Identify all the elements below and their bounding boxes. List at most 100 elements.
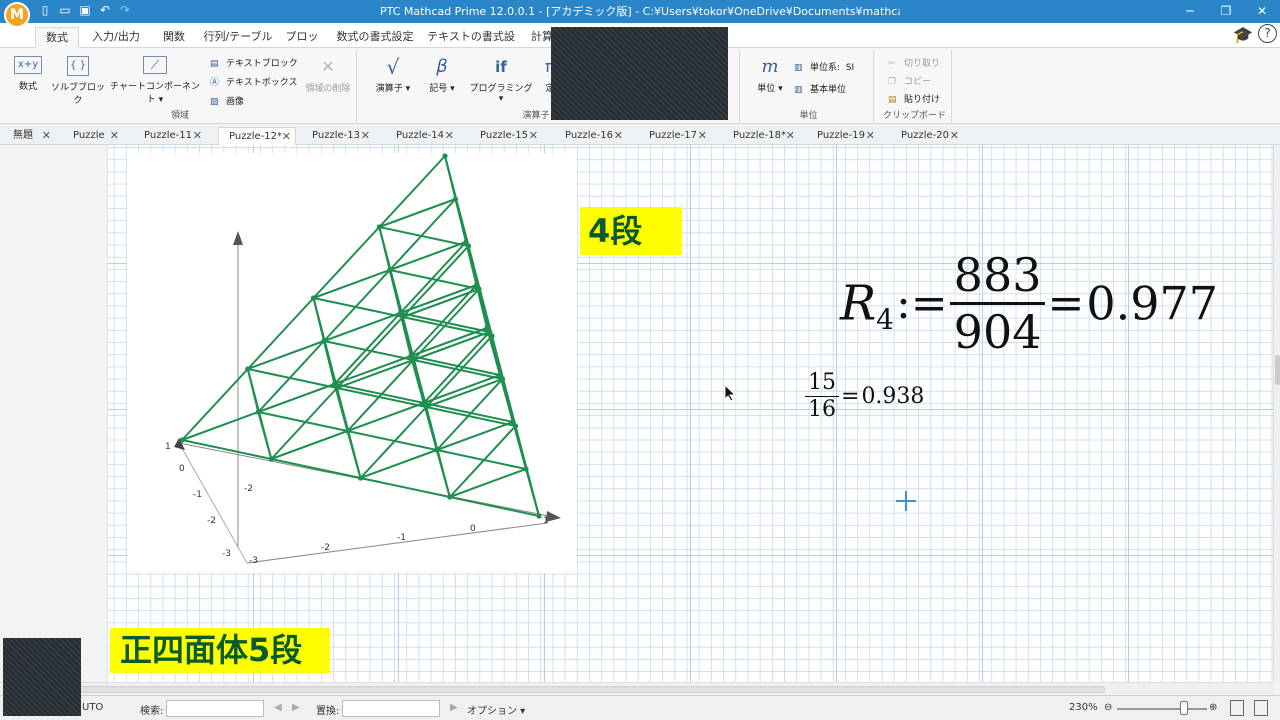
- solve-block-button[interactable]: { } ソルブブロック: [50, 56, 106, 106]
- text-box-icon: Ⓐ: [210, 78, 220, 88]
- doc-tab[interactable]: Puzzle ✕: [63, 127, 123, 145]
- tab-plots[interactable]: プロット: [283, 27, 321, 62]
- doc-tab[interactable]: Puzzle-14 ✕: [386, 127, 458, 145]
- lattice-edge: [258, 411, 348, 432]
- scrollbar-thumb[interactable]: [70, 686, 1105, 693]
- options-dropdown[interactable]: オプション ▾: [467, 702, 525, 717]
- mathcad-logo-icon[interactable]: M: [4, 2, 30, 28]
- page-view-icon[interactable]: [1230, 700, 1244, 716]
- close-tab-icon[interactable]: ✕: [193, 127, 202, 144]
- image-button[interactable]: ▨ 画像: [210, 94, 244, 107]
- doc-tab[interactable]: Puzzle-20 ✕: [891, 127, 963, 145]
- close-icon[interactable]: ✕: [1244, 0, 1280, 23]
- math-region-button[interactable]: x+y 数式: [10, 56, 46, 92]
- close-tab-icon[interactable]: ✕: [445, 127, 454, 144]
- stage-label[interactable]: 4段: [580, 207, 682, 255]
- lattice-node: [344, 428, 351, 434]
- close-tab-icon[interactable]: ✕: [866, 127, 875, 144]
- worksheet[interactable]: 1 0 -1 -2 -3 -2 -3 -2 -1 0 1 4段 正四面体5段 R…: [0, 145, 1273, 682]
- programming-button[interactable]: if プログラミング ▾: [466, 56, 536, 104]
- base-units-button[interactable]: ▥ 基本単位: [794, 82, 846, 95]
- text-block-button[interactable]: ▤ テキストブロック: [210, 56, 298, 69]
- calc-mode-indicator[interactable]: UTO: [82, 702, 103, 713]
- text-box-button[interactable]: Ⓐ テキストボックス: [210, 75, 297, 88]
- delete-region-button[interactable]: ✕ 領域の削除: [302, 56, 354, 94]
- ribbon-group-label: 単位: [799, 111, 818, 121]
- doc-tab[interactable]: Puzzle-15 ✕: [470, 127, 542, 145]
- doc-tab[interactable]: Puzzle-13 ✕: [302, 127, 374, 145]
- close-tab-icon[interactable]: ✕: [698, 127, 707, 144]
- lattice-edge: [389, 269, 480, 290]
- lattice-node: [434, 447, 440, 453]
- search-prev-icon[interactable]: ◀: [274, 702, 282, 713]
- close-tab-icon[interactable]: ✕: [42, 127, 51, 144]
- close-tab-icon[interactable]: ✕: [529, 127, 538, 144]
- close-tab-icon[interactable]: ✕: [110, 127, 119, 144]
- status-bar: UTO 検索: ◀ ▶ 置換: ▶ オプション ▾ 230% ⊖ ⊕: [0, 695, 1280, 720]
- equals-operator: =: [1047, 278, 1085, 329]
- tab-matrices-tables[interactable]: 行列/テーブル: [203, 27, 273, 48]
- close-tab-icon[interactable]: ✕: [950, 127, 959, 144]
- tab-text-formatting[interactable]: テキストの書式設定: [427, 27, 515, 62]
- close-tab-icon[interactable]: ✕: [282, 128, 291, 145]
- doc-tab[interactable]: 無題 ✕: [3, 127, 55, 145]
- fraction-equation[interactable]: 15 16 =0.938: [805, 370, 924, 423]
- undo-icon[interactable]: ↶: [98, 3, 112, 17]
- lattice-edge: [346, 359, 415, 432]
- chart-component-button[interactable]: ⟋ チャートコンポーネント ▾: [108, 56, 202, 105]
- horizontal-scrollbar[interactable]: [0, 682, 1273, 695]
- tetrahedron-title-label[interactable]: 正四面体5段: [110, 628, 330, 673]
- restore-icon[interactable]: ❐: [1208, 0, 1244, 23]
- lattice-node: [310, 295, 317, 301]
- mortarboard-icon[interactable]: 🎓: [1233, 25, 1253, 44]
- symbols-button[interactable]: β 記号 ▾: [422, 56, 462, 94]
- open-folder-icon[interactable]: ▭: [58, 3, 72, 17]
- tab-math[interactable]: 数式: [35, 27, 79, 48]
- replace-icon[interactable]: ▶: [450, 702, 458, 713]
- tab-math-formatting[interactable]: 数式の書式設定: [333, 27, 417, 48]
- doc-tab[interactable]: Puzzle-11 ✕: [134, 127, 206, 145]
- search-next-icon[interactable]: ▶: [292, 702, 300, 713]
- close-tab-icon[interactable]: ✕: [361, 127, 370, 144]
- ribbon-group-region: x+y 数式 { } ソルブブロック ⟋ チャートコンポーネント ▾ ▤ テキスト…: [4, 50, 357, 122]
- lattice-node: [447, 494, 453, 500]
- 3d-plot-region[interactable]: 1 0 -1 -2 -3 -2 -3 -2 -1 0 1: [127, 153, 577, 573]
- replace-label: 置換:: [316, 706, 340, 717]
- vertical-scrollbar[interactable]: [1273, 145, 1280, 682]
- draft-view-icon[interactable]: [1254, 700, 1268, 716]
- lattice-edge: [336, 316, 404, 389]
- scrollbar-thumb[interactable]: [1275, 355, 1280, 385]
- redo-icon[interactable]: ↷: [118, 3, 132, 17]
- window-controls: ─ ❐ ✕: [1172, 0, 1280, 23]
- lattice-edge: [257, 383, 335, 413]
- doc-tab[interactable]: Puzzle-18* ✕: [723, 127, 799, 145]
- close-tab-icon[interactable]: ✕: [786, 127, 795, 144]
- ratio-equation[interactable]: R4:= 883 904 =0.977: [840, 248, 1218, 368]
- operators-button[interactable]: √ 演算子 ▾: [368, 56, 418, 94]
- tab-input-output[interactable]: 入力/出力: [88, 27, 144, 48]
- search-input[interactable]: [166, 700, 264, 717]
- zoom-in-icon[interactable]: ⊕: [1209, 702, 1217, 713]
- tab-functions[interactable]: 関数: [155, 27, 193, 48]
- paste-button[interactable]: ▤ 貼り付け: [888, 92, 940, 105]
- doc-tab[interactable]: Puzzle-16 ✕: [555, 127, 627, 145]
- zoom-out-icon[interactable]: ⊖: [1104, 702, 1112, 713]
- units-button[interactable]: m 単位 ▾: [750, 56, 790, 94]
- zoom-slider-thumb[interactable]: [1180, 701, 1188, 715]
- cut-button[interactable]: ✂ 切り取り: [888, 56, 940, 69]
- zoom-slider[interactable]: [1117, 708, 1207, 710]
- copy-button[interactable]: ❐ コピー: [888, 74, 931, 87]
- scissors-icon: ✂: [888, 59, 896, 69]
- lattice-edge: [426, 406, 516, 427]
- minimize-icon[interactable]: ─: [1172, 0, 1208, 23]
- close-tab-icon[interactable]: ✕: [614, 127, 623, 144]
- doc-tab[interactable]: Puzzle-19 ✕: [807, 127, 879, 145]
- save-icon[interactable]: ▣: [78, 3, 92, 17]
- doc-tab-active[interactable]: Puzzle-12* ✕: [218, 127, 296, 145]
- replace-input[interactable]: [342, 700, 440, 717]
- doc-tab[interactable]: Puzzle-17 ✕: [639, 127, 711, 145]
- help-icon[interactable]: ?: [1258, 24, 1277, 43]
- math-region-icon: x+y: [14, 56, 42, 74]
- unit-system-selector[interactable]: ▥ 単位系: SI: [794, 60, 854, 73]
- new-file-icon[interactable]: ▯: [38, 3, 52, 17]
